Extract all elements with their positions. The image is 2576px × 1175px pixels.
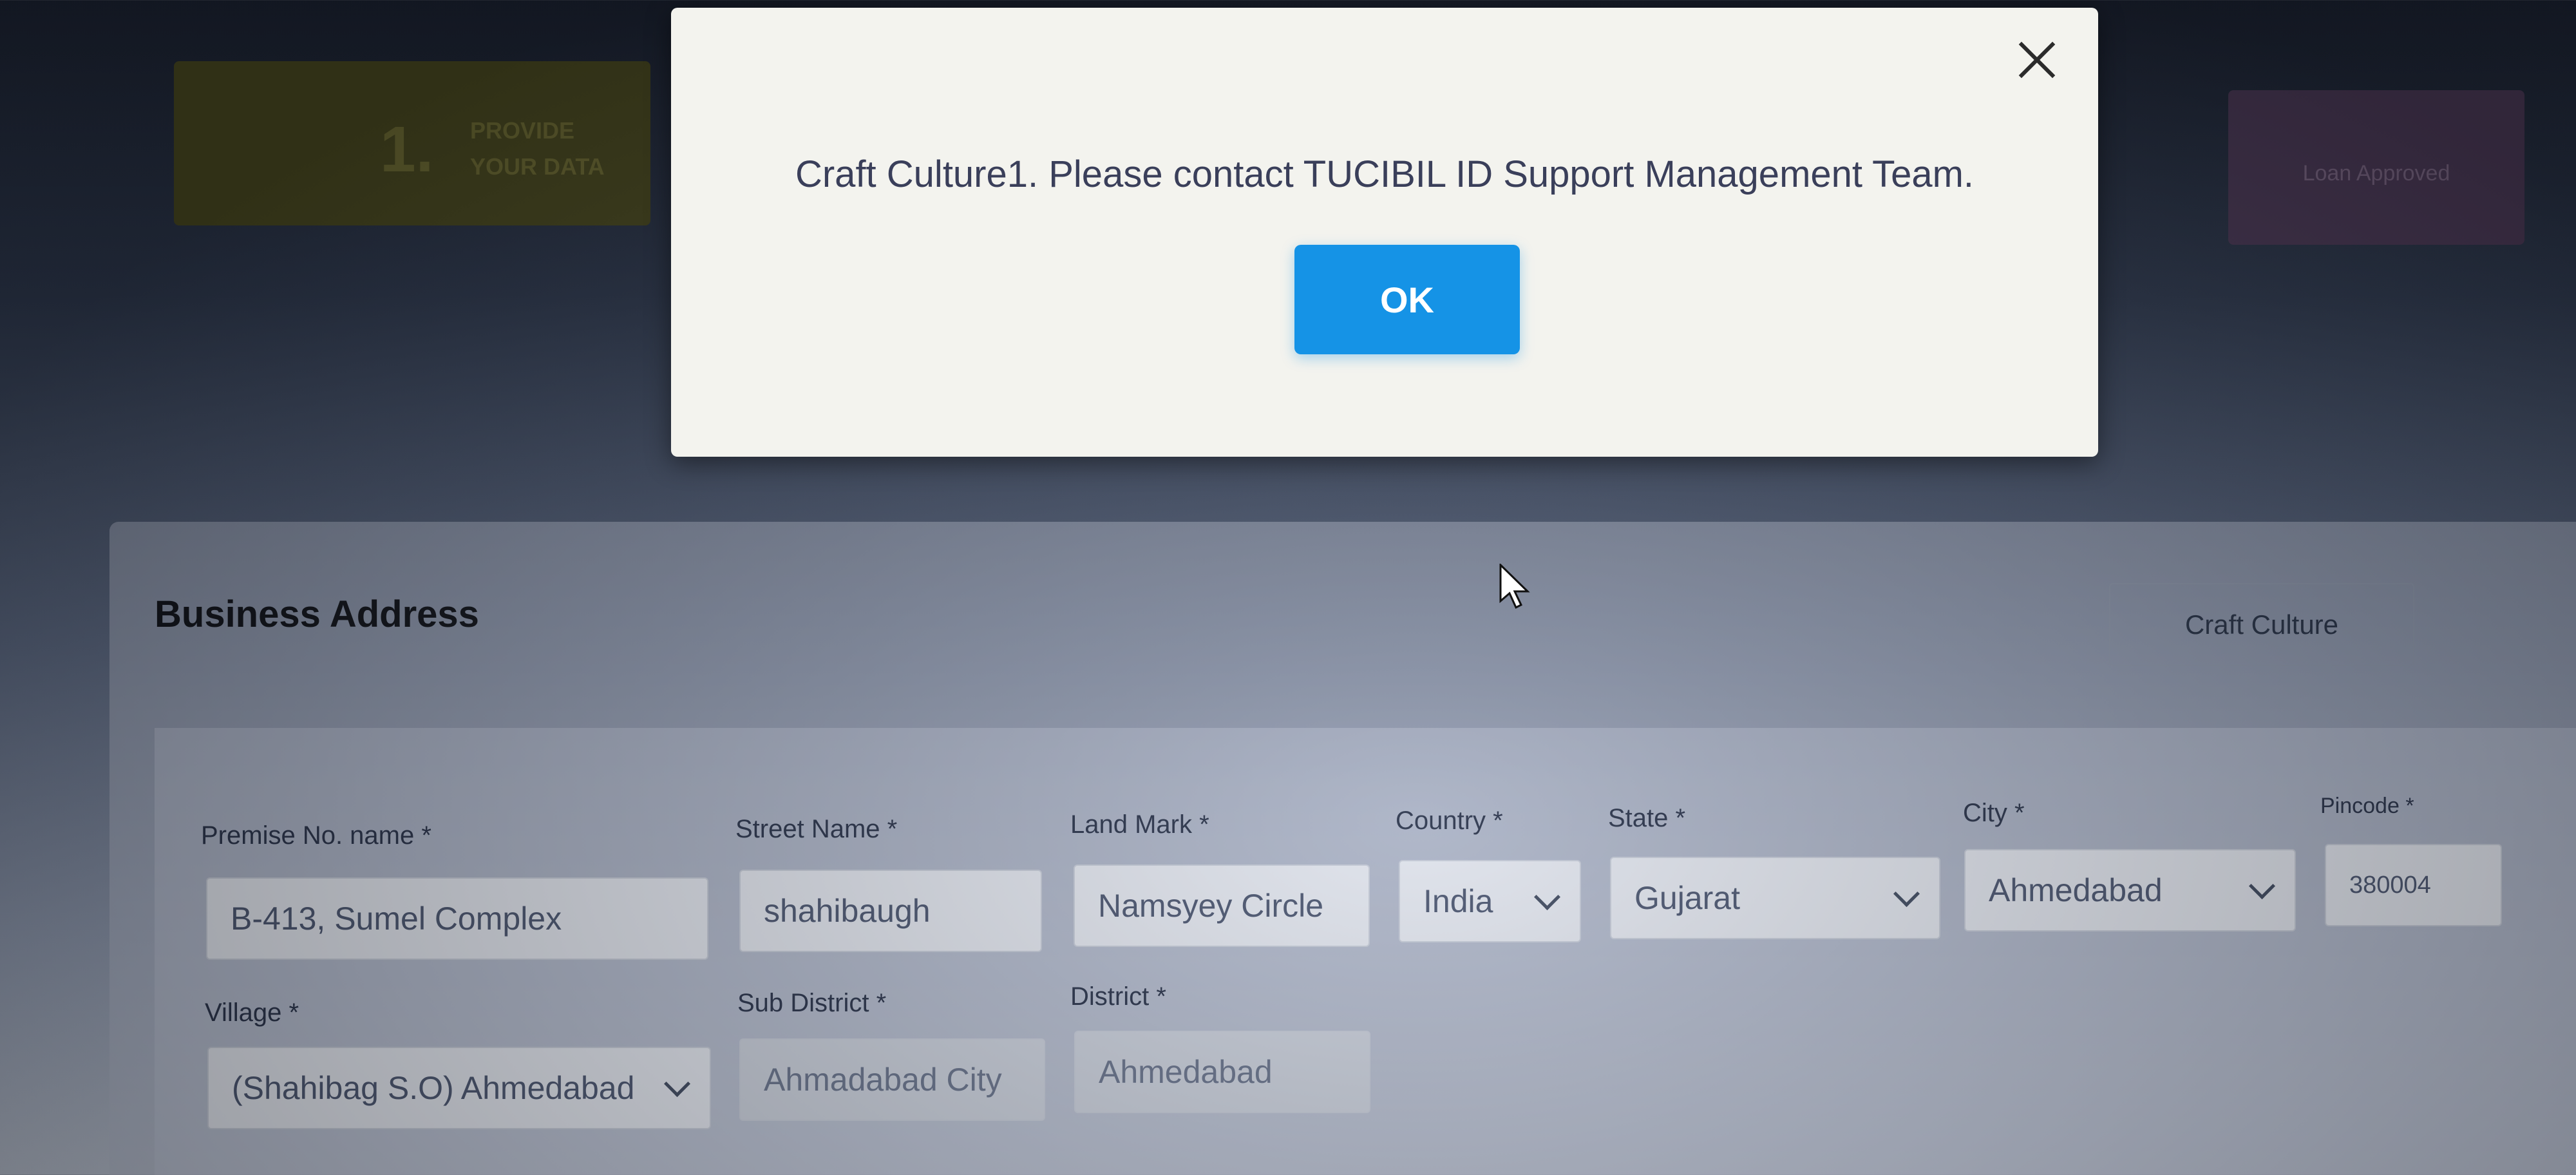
step-label: PROVIDE YOUR DATA: [470, 113, 605, 185]
premise-input[interactable]: B-413, Sumel Complex: [206, 877, 708, 960]
premise-value: B-413, Sumel Complex: [231, 901, 562, 937]
mouse-cursor-icon: [1499, 564, 1530, 609]
business-name-badge: Craft Culture: [2109, 583, 2414, 666]
chevron-down-icon: [2248, 872, 2276, 899]
village-select[interactable]: (Shahibag S.O) Ahmedabad: [207, 1047, 711, 1129]
pincode-input[interactable]: 380004: [2325, 844, 2502, 926]
district-field: Ahmedabad: [1074, 1031, 1370, 1113]
village-label: Village *: [205, 998, 299, 1027]
step-label-line2: YOUR DATA: [470, 153, 605, 180]
city-value: Ahmedabad: [1989, 872, 2163, 908]
step-number: 1.: [380, 113, 434, 186]
chevron-down-icon: [1893, 880, 1920, 907]
step-label-line1: PROVIDE: [470, 117, 575, 144]
district-label: District *: [1070, 982, 1166, 1011]
state-label: State *: [1608, 804, 1686, 832]
step-right-label: Loan Approved: [2302, 161, 2450, 186]
step-provide-data: 1. PROVIDE YOUR DATA: [174, 61, 650, 225]
district-value: Ahmedabad: [1099, 1054, 1273, 1090]
subdistrict-label: Sub District *: [737, 989, 887, 1017]
state-select[interactable]: Gujarat: [1610, 857, 1940, 939]
state-value: Gujarat: [1634, 880, 1740, 916]
chevron-down-icon: [663, 1070, 691, 1097]
dialog-message: Craft Culture1. Please contact TUCIBIL I…: [795, 153, 1975, 195]
street-value: shahibaugh: [764, 893, 931, 929]
premise-label: Premise No. name *: [201, 821, 431, 850]
landmark-value: Namsyey Circle: [1098, 888, 1324, 924]
country-label: Country *: [1396, 807, 1503, 835]
alert-dialog: Craft Culture1. Please contact TUCIBIL I…: [671, 8, 2098, 457]
ok-button[interactable]: OK: [1294, 245, 1520, 354]
landmark-label: Land Mark *: [1070, 810, 1209, 839]
country-select[interactable]: India: [1399, 860, 1581, 942]
landmark-input[interactable]: Namsyey Circle: [1074, 865, 1370, 947]
subdistrict-field: Ahmadabad City: [739, 1038, 1045, 1121]
step-loan-approved: Loan Approved: [2228, 90, 2524, 245]
country-value: India: [1423, 883, 1493, 919]
street-label: Street Name *: [735, 815, 898, 843]
city-label: City *: [1963, 799, 2025, 827]
city-select[interactable]: Ahmedabad: [1964, 849, 2296, 931]
street-input[interactable]: shahibaugh: [739, 870, 1042, 952]
close-icon[interactable]: [2011, 33, 2062, 85]
chevron-down-icon: [1533, 883, 1561, 910]
section-title: Business Address: [155, 593, 479, 635]
pincode-label: Pincode *: [2320, 794, 2414, 818]
subdistrict-value: Ahmadabad City: [764, 1062, 1002, 1098]
village-value: (Shahibag S.O) Ahmedabad: [232, 1070, 635, 1106]
pincode-value: 380004: [2349, 871, 2431, 899]
